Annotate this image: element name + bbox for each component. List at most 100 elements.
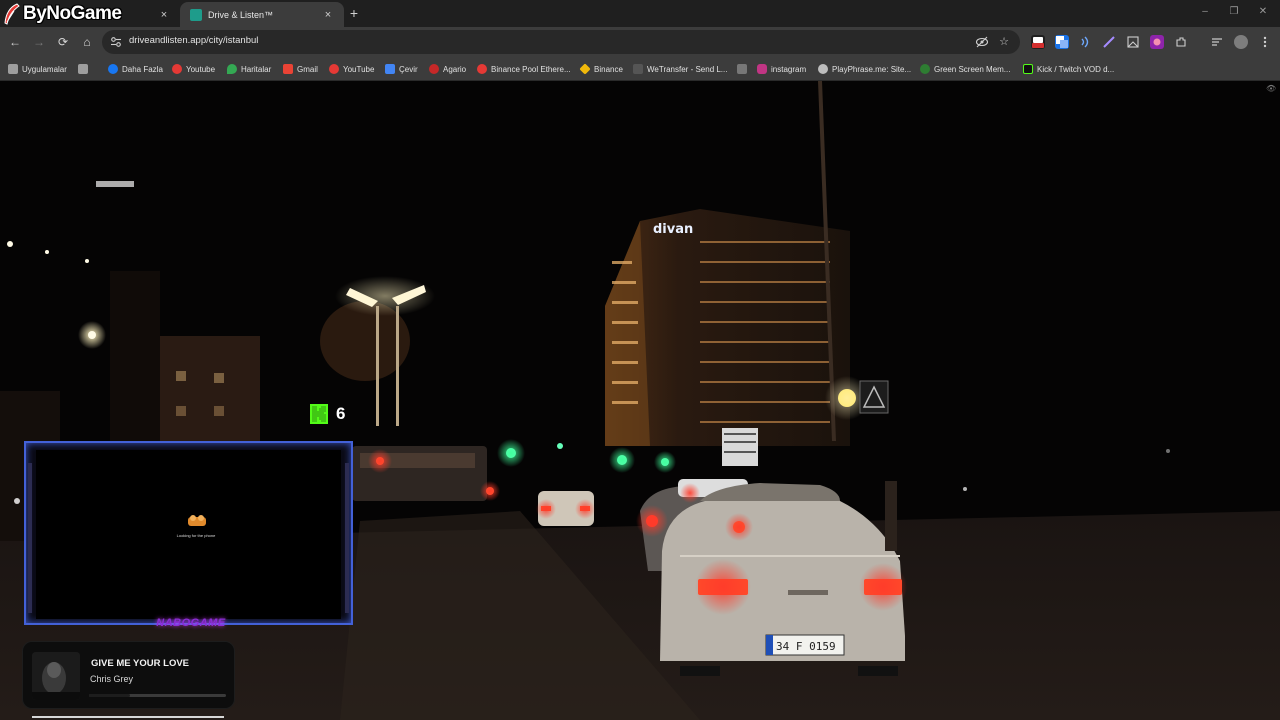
address-bar[interactable]: driveandlisten.app/city/istanbul ☆ (102, 30, 1020, 54)
bookmark-label: Youtube (186, 64, 216, 74)
agario-icon (429, 64, 439, 74)
bookmark-playphrase[interactable]: PlayPhrase.me: Site... (818, 62, 911, 76)
bookmark-label: Binance Pool Ethere... (491, 64, 571, 74)
bookmark-daha-fazla[interactable]: Daha Fazla (108, 62, 163, 76)
home-button[interactable]: ⌂ (79, 34, 95, 50)
instagram-icon (757, 64, 767, 74)
overlay-logo-text: ByNoGame (23, 3, 122, 24)
audio-extension-icon[interactable] (1078, 35, 1092, 49)
apps-grid-icon (8, 64, 18, 74)
maps-icon (227, 64, 237, 74)
tab-title: Drive & Listen™ (208, 9, 274, 20)
feather-logo-icon (4, 3, 20, 25)
bookmark-label: instagram (771, 64, 807, 74)
webcam-brand-label: NABOGAME (156, 617, 226, 629)
track-progress-bar[interactable] (89, 694, 226, 697)
restore-button[interactable]: ❐ (1227, 6, 1241, 17)
bookmark-green-screen[interactable]: Green Screen Mem... (920, 62, 1010, 76)
new-tab-button[interactable]: + (346, 5, 362, 21)
bookmark-label: Daha Fazla (122, 64, 163, 74)
bottom-scroll-indicator (32, 716, 224, 718)
bookmark-binance[interactable]: Binance (579, 62, 623, 76)
overlay-logo: ByNoGame (2, 2, 122, 26)
bookmark-binance-pool[interactable]: Binance Pool Ethere... (477, 62, 571, 76)
now-playing-card[interactable]: GIVE ME YOUR LOVE Chris Grey (22, 641, 235, 709)
bookmark-label: Agario (443, 64, 467, 74)
drive-listen-favicon-icon (190, 8, 202, 21)
translate-extension-icon[interactable] (1055, 35, 1069, 49)
webcam-feed: Looking for the phone (36, 450, 341, 619)
tab-close-icon[interactable]: × (322, 9, 334, 21)
playphrase-icon (818, 64, 828, 74)
browser-toolbar: ← → ⟳ ⌂ driveandlisten.app/city/istanbul… (0, 27, 1280, 57)
bookmark-label: Binance (594, 64, 623, 74)
close-window-button[interactable]: ✕ (1256, 6, 1270, 17)
bookmark-kick-twitch-vod[interactable]: Kick / Twitch VOD d... (1023, 62, 1114, 76)
gmail-icon (283, 64, 293, 74)
feather-extension-icon[interactable] (1102, 35, 1116, 49)
printer-icon (737, 64, 747, 74)
browser-window: × Drive & Listen™ × + – ❐ ✕ ByNoGame ← →… (0, 0, 1280, 720)
bookmark-wetransfer[interactable]: WeTransfer - Send L... (633, 62, 727, 76)
binance-icon (579, 63, 591, 75)
facebook-icon (108, 64, 118, 74)
reload-button[interactable]: ⟳ (55, 34, 71, 50)
green-screen-icon (920, 64, 930, 74)
bookmark-label: Uygulamalar (22, 64, 67, 74)
wetransfer-icon (633, 64, 643, 74)
bookmark-label: Green Screen Mem... (934, 64, 1011, 74)
album-art (32, 652, 80, 700)
track-title: GIVE ME YOUR LOVE (91, 658, 190, 669)
bookmark-label: WeTransfer - Send L... (647, 64, 728, 74)
bookmark-label: Kick / Twitch VOD d... (1037, 64, 1115, 74)
bookmark-apps[interactable]: Uygulamalar (8, 62, 67, 76)
bookmark-printer[interactable] (737, 62, 751, 76)
screenshot-extension-icon[interactable] (1126, 35, 1140, 49)
bookmarks-bar: Uygulamalar Daha Fazla Youtube Haritalar… (0, 57, 1280, 81)
tab-drive-and-listen[interactable]: Drive & Listen™ × (180, 2, 344, 27)
frame-side-left (28, 463, 32, 613)
bookmark-label: Gmail (297, 64, 318, 74)
profile-avatar[interactable] (1234, 35, 1248, 49)
eye-icon[interactable]: 👁 (1266, 84, 1276, 93)
grid-icon (78, 64, 88, 74)
forward-button[interactable]: → (31, 34, 47, 50)
license-plate: 34 F 0159 (776, 640, 836, 653)
webcam-status-text: Looking for the phone (176, 533, 216, 538)
kick-viewer-count: 6 (336, 404, 346, 423)
media-control-icon[interactable] (1210, 35, 1224, 49)
kick-logo-icon (310, 404, 328, 424)
bookmark-youtube[interactable]: Youtube (172, 62, 215, 76)
track-progress-fill (89, 694, 131, 697)
bookmark-label: PlayPhrase.me: Site... (832, 64, 912, 74)
bookmark-youtube-2[interactable]: YouTube (329, 62, 374, 76)
track-artist: Chris Grey (90, 674, 134, 684)
bookmark-instagram[interactable]: instagram (757, 62, 806, 76)
bookmark-cevir[interactable]: Çevir (385, 62, 418, 76)
back-button[interactable]: ← (7, 34, 23, 50)
kick-d-icon (1023, 64, 1033, 74)
bookmark-star-icon[interactable]: ☆ (997, 35, 1011, 49)
youtube-icon (172, 64, 182, 74)
puzzle-extension-icon[interactable] (1150, 35, 1164, 49)
new-extension-icon[interactable] (1031, 35, 1045, 49)
eye-off-icon[interactable] (975, 35, 989, 49)
youtube-icon (477, 64, 487, 74)
webcam-frame: Looking for the phone (24, 441, 353, 625)
translate-icon (385, 64, 395, 74)
bookmark-gmail[interactable]: Gmail (283, 62, 318, 76)
more-menu-icon[interactable] (1258, 35, 1272, 49)
bookmark-label: Çevir (399, 64, 418, 74)
bookmark-label: Haritalar (241, 64, 272, 74)
bookmark-agario[interactable]: Agario (429, 62, 466, 76)
minimize-button[interactable]: – (1198, 6, 1212, 17)
site-info-icon[interactable] (110, 36, 122, 48)
bookmark-grid[interactable] (78, 62, 92, 76)
frame-side-right (345, 463, 349, 613)
extensions-menu-icon[interactable] (1174, 35, 1188, 49)
tab-strip: × Drive & Listen™ × + – ❐ ✕ ByNoGame (0, 0, 1280, 27)
tab-close-icon[interactable]: × (158, 9, 170, 21)
youtube-icon (329, 64, 339, 74)
phone-search-icon (188, 515, 206, 526)
bookmark-haritalar[interactable]: Haritalar (227, 62, 271, 76)
